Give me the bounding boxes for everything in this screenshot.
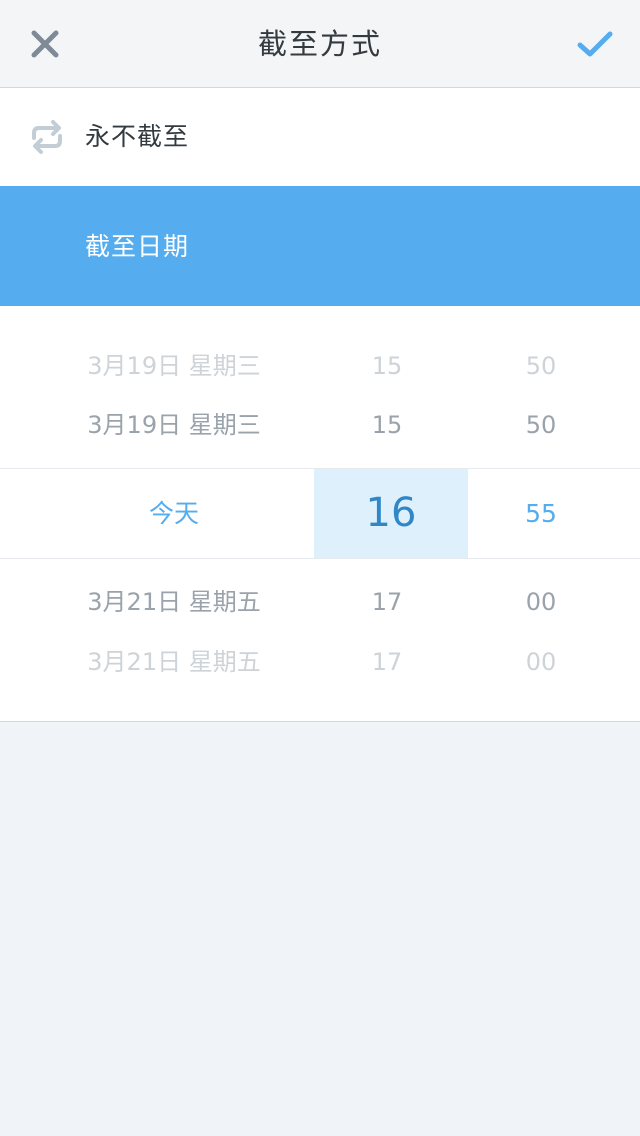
picker-minute-cell[interactable]: 00 [468,642,614,682]
checkmark-icon [577,31,613,57]
expire-date-option[interactable]: 截至日期 [0,186,640,306]
never-expire-option[interactable]: 永不截至 [0,88,640,186]
selected-date[interactable]: 今天 [54,469,294,558]
expire-date-label: 截至日期 [85,232,190,261]
picker-date-cell[interactable]: 3月19日 星期三 [54,405,294,445]
picker-date-cell[interactable]: 3月19日 星期三 [54,346,294,386]
picker-minute-cell[interactable]: 50 [468,405,614,445]
page-title: 截至方式 [257,27,382,61]
picker-row: 3月21日 星期五 17 00 [0,582,640,622]
picker-date-cell[interactable]: 3月21日 星期五 [54,582,294,622]
picker-hour-cell[interactable]: 15 [314,346,460,386]
picker-hour-cell[interactable]: 17 [314,642,460,682]
picker-hour-cell[interactable]: 17 [314,582,460,622]
confirm-button[interactable] [573,22,617,66]
picker-hour-cell[interactable]: 15 [314,405,460,445]
picker-minute-cell[interactable]: 00 [468,582,614,622]
picker-minute-cell[interactable]: 50 [468,346,614,386]
selected-hour[interactable]: 16 [314,469,468,558]
selected-minute[interactable]: 55 [468,469,614,558]
navigation-bar: 截至方式 [0,0,640,88]
repeat-icon [32,120,62,154]
picker-row: 3月21日 星期五 17 00 [0,642,640,682]
picker-date-cell[interactable]: 3月21日 星期五 [54,642,294,682]
never-expire-label: 永不截至 [85,122,190,151]
datetime-picker[interactable]: 3月19日 星期三 15 50 3月19日 星期三 15 50 今天 16 55… [0,306,640,722]
picker-row: 3月19日 星期三 15 50 [0,405,640,445]
picker-row: 3月19日 星期三 15 50 [0,346,640,386]
picker-selected-row: 今天 16 55 [0,468,640,559]
